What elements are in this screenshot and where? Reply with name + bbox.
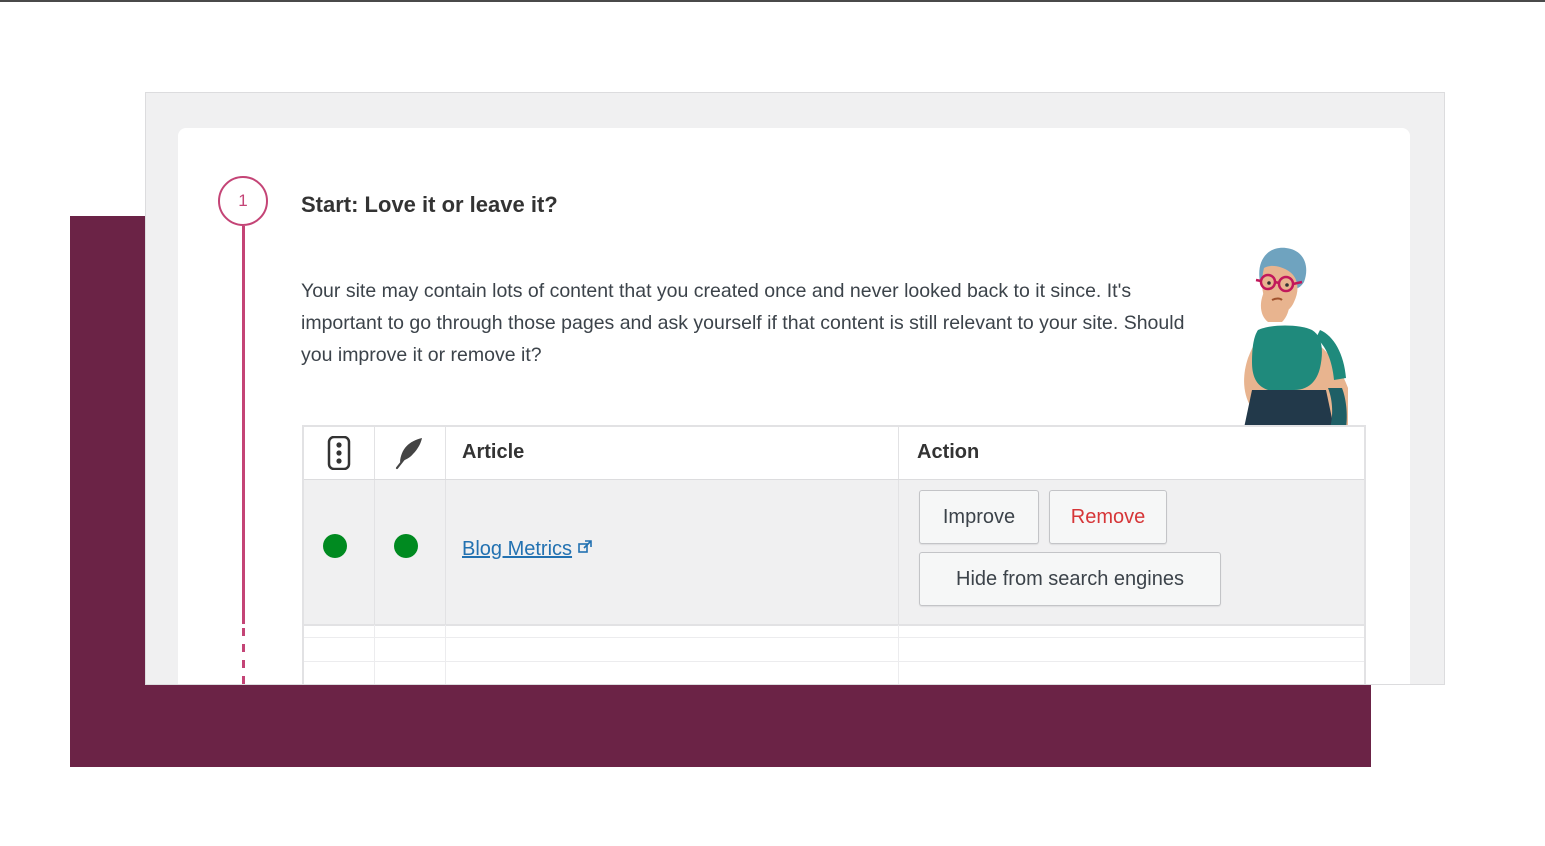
hide-from-search-engines-button[interactable]: Hide from search engines <box>919 552 1221 606</box>
column-header-seo <box>375 427 446 479</box>
column-header-readability <box>304 427 375 479</box>
article-title: Blog Metrics <box>462 538 573 560</box>
readability-cell <box>304 480 375 624</box>
step-title: Start: Love it or leave it? <box>301 192 558 217</box>
seo-good-indicator <box>394 534 418 558</box>
article-link[interactable]: Blog Metrics <box>462 538 592 561</box>
screenshot-frame: 1 Start: Love it or leave it? Your site … <box>145 92 1445 685</box>
feather-icon <box>395 438 422 470</box>
action-cell: Improve Remove Hide from search engines <box>899 480 1364 624</box>
top-divider <box>0 0 1545 2</box>
step-progress-dashed-line <box>242 628 245 684</box>
seo-cell <box>375 480 446 624</box>
faded-next-row <box>304 625 1364 684</box>
content-table: Article Action Blog Metrics Improve Remo… <box>302 425 1366 684</box>
step-number-badge: 1 <box>218 176 268 226</box>
woman-illustration <box>1244 247 1348 428</box>
faint-column-divider <box>445 625 446 684</box>
remove-button[interactable]: Remove <box>1049 490 1167 544</box>
action-header-label: Action <box>917 441 980 463</box>
faint-column-divider <box>374 625 375 684</box>
column-header-action: Action <box>899 427 1364 479</box>
column-header-article: Article <box>446 427 899 479</box>
article-cell: Blog Metrics <box>446 480 899 624</box>
faint-row-line <box>304 661 1364 662</box>
external-link-icon <box>578 540 592 553</box>
step-description: Your site may contain lots of content th… <box>301 280 1185 366</box>
step-progress-line <box>242 226 245 624</box>
faint-row-line <box>304 637 1364 638</box>
traffic-light-icon <box>327 436 351 470</box>
improve-button[interactable]: Improve <box>919 490 1039 544</box>
table-row: Blog Metrics Improve Remove Hide from se… <box>304 479 1364 626</box>
article-header-label: Article <box>462 441 525 463</box>
step-card: 1 Start: Love it or leave it? Your site … <box>178 128 1410 684</box>
faint-column-divider <box>898 625 899 684</box>
readability-good-indicator <box>323 534 347 558</box>
